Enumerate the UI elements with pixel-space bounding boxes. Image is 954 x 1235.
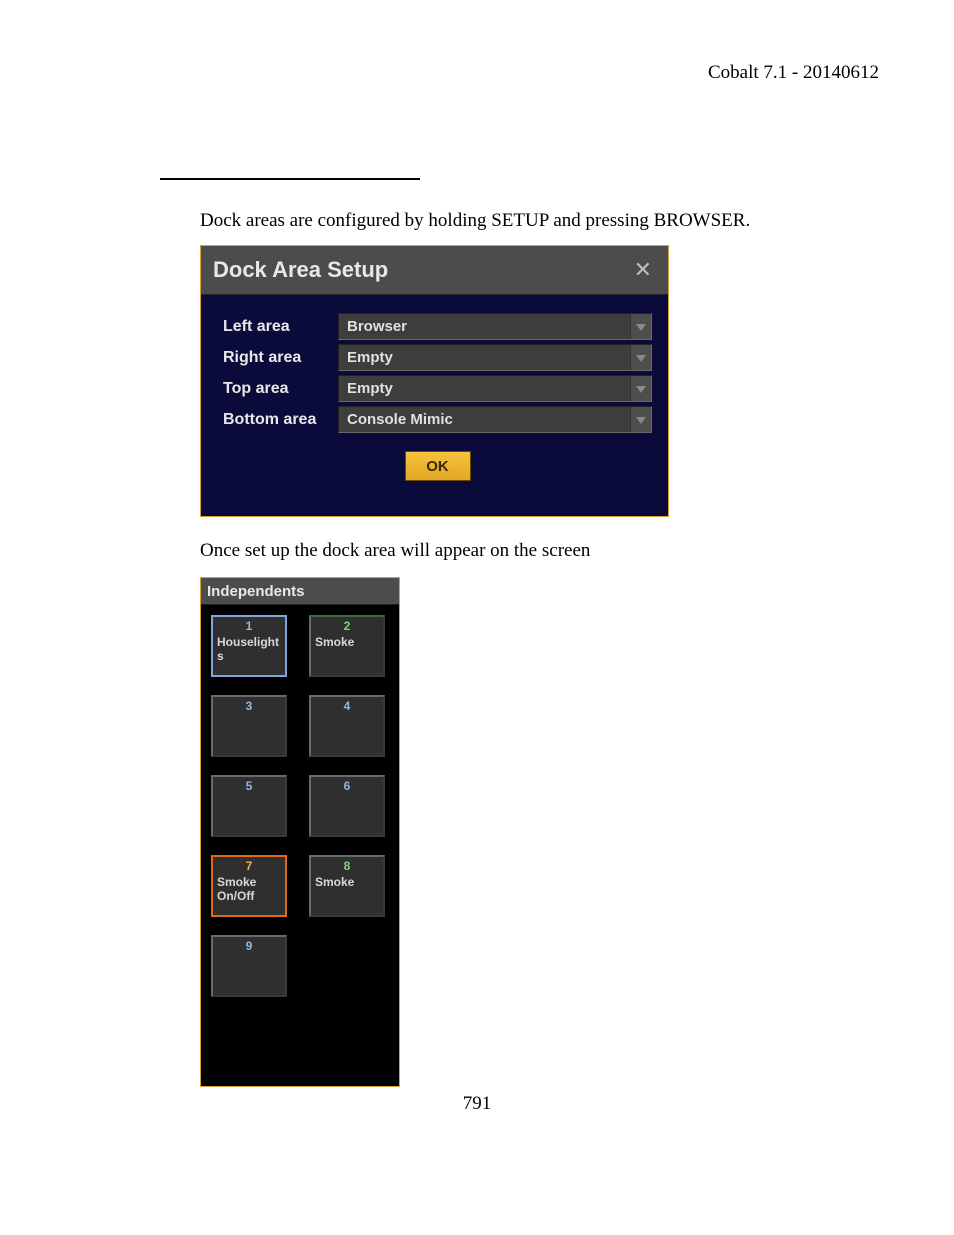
dock-label-top: Top area: [223, 380, 338, 398]
independent-tile-2[interactable]: 2 Smoke: [309, 615, 385, 677]
independent-tile-6[interactable]: 6: [309, 775, 385, 837]
tile-number: 7: [213, 859, 285, 873]
tile-number: 5: [213, 779, 285, 793]
right-area-value: Empty: [347, 349, 393, 366]
tile-number: 1: [213, 619, 285, 633]
independent-tile-5[interactable]: 5: [211, 775, 287, 837]
tile-number: 6: [311, 779, 383, 793]
close-icon[interactable]: ✕: [628, 255, 658, 285]
independent-tile-4[interactable]: 4: [309, 695, 385, 757]
dock-body: Left area Browser Right area Empty: [201, 295, 668, 493]
page-number: 791: [0, 1093, 954, 1115]
doc-header: Cobalt 7.1 - 20140612: [708, 62, 879, 84]
dropdown-arrow-icon: [630, 314, 651, 339]
top-area-value: Empty: [347, 380, 393, 397]
dock-title: Dock Area Setup: [213, 257, 388, 283]
independents-panel: Independents 1 Houselights 2 Smoke 3 4 5 6 7 Smok…: [200, 577, 400, 1087]
ok-button[interactable]: OK: [405, 451, 471, 481]
independent-tile-7[interactable]: 7 Smoke On/Off: [211, 855, 287, 917]
dock-row-left: Left area Browser: [223, 313, 652, 340]
independents-title: Independents: [201, 578, 399, 605]
right-area-select[interactable]: Empty: [338, 344, 652, 371]
top-area-select[interactable]: Empty: [338, 375, 652, 402]
tile-label: Smoke: [315, 635, 379, 649]
independent-tile-3[interactable]: 3: [211, 695, 287, 757]
paragraph-1: Dock areas are configured by holding SET…: [200, 210, 750, 232]
independent-tile-9[interactable]: 9: [211, 935, 287, 997]
tile-number: 3: [213, 699, 285, 713]
dock-label-right: Right area: [223, 349, 338, 367]
dropdown-arrow-icon: [630, 407, 651, 432]
independents-grid: 1 Houselights 2 Smoke 3 4 5 6 7 Smoke On/Off 8 Smok…: [201, 605, 399, 1007]
bottom-area-select[interactable]: Console Mimic: [338, 406, 652, 433]
dock-label-left: Left area: [223, 318, 338, 336]
tile-number: 8: [311, 859, 383, 873]
bottom-area-value: Console Mimic: [347, 411, 453, 428]
tile-label: Smoke On/Off: [217, 875, 281, 903]
left-area-value: Browser: [347, 318, 407, 335]
dropdown-arrow-icon: [630, 376, 651, 401]
dock-label-bottom: Bottom area: [223, 411, 338, 429]
tile-number: 9: [213, 939, 285, 953]
dock-area-setup-panel: Dock Area Setup ✕ Left area Browser Righ…: [200, 245, 669, 517]
dock-row-top: Top area Empty: [223, 375, 652, 402]
dock-titlebar: Dock Area Setup ✕: [201, 246, 668, 295]
tile-label: Smoke: [315, 875, 379, 889]
tile-number: 2: [311, 619, 383, 633]
tile-number: 4: [311, 699, 383, 713]
tile-label: Houselights: [217, 635, 281, 663]
dock-row-bottom: Bottom area Console Mimic: [223, 406, 652, 433]
paragraph-2: Once set up the dock area will appear on…: [200, 540, 590, 562]
dock-row-right: Right area Empty: [223, 344, 652, 371]
independent-tile-1[interactable]: 1 Houselights: [211, 615, 287, 677]
horizontal-rule: [160, 178, 420, 180]
left-area-select[interactable]: Browser: [338, 313, 652, 340]
dropdown-arrow-icon: [630, 345, 651, 370]
independent-tile-8[interactable]: 8 Smoke: [309, 855, 385, 917]
